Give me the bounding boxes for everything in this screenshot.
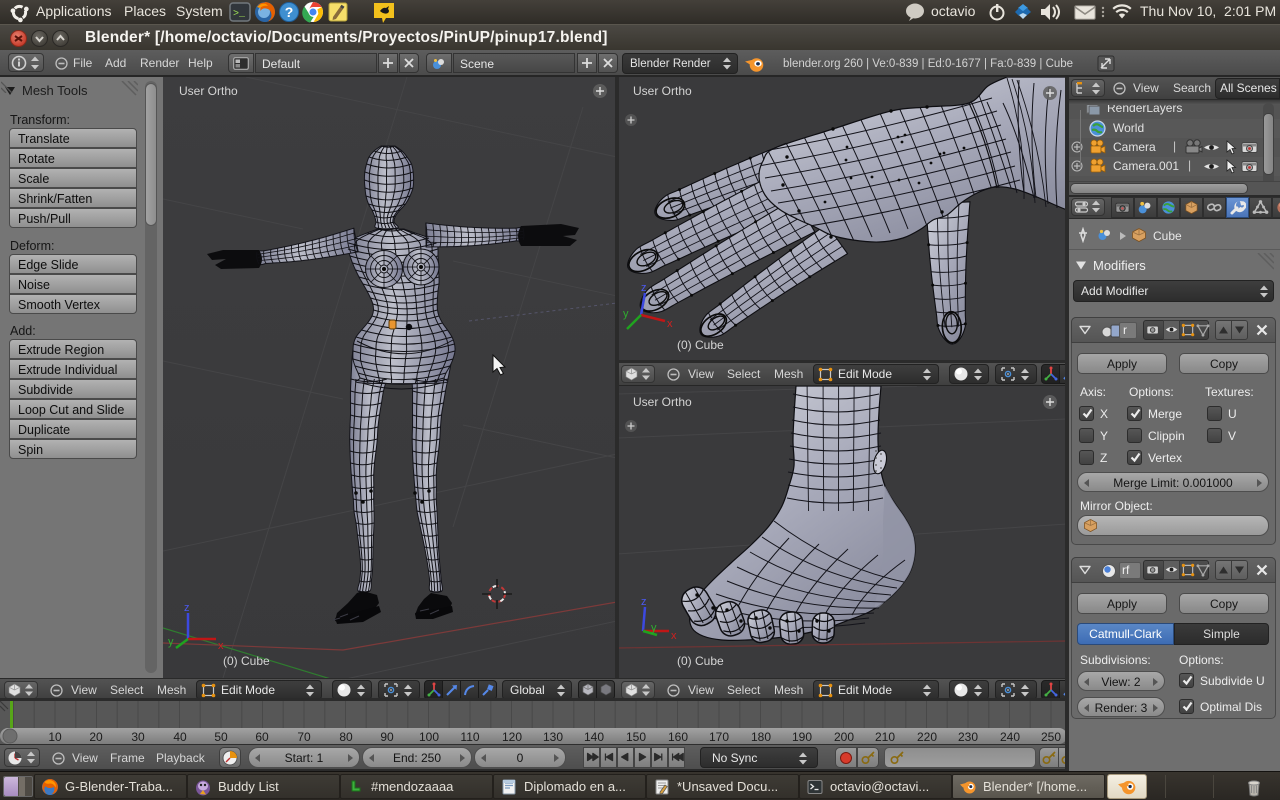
svg-text:30: 30 (131, 730, 145, 744)
svg-text:x: x (671, 630, 677, 642)
svg-text:User Ortho: User Ortho (633, 84, 692, 98)
svg-text:190: 190 (792, 730, 812, 744)
svg-text:10: 10 (48, 730, 62, 744)
svg-text:70: 70 (297, 730, 311, 744)
svg-text:x: x (218, 640, 224, 652)
svg-text:50: 50 (214, 730, 228, 744)
svg-text:20: 20 (89, 730, 103, 744)
svg-text:(0) Cube: (0) Cube (677, 338, 724, 352)
svg-text:130: 130 (543, 730, 563, 744)
svg-text:160: 160 (668, 730, 688, 744)
svg-text:User Ortho: User Ortho (179, 84, 238, 98)
svg-text:200: 200 (834, 730, 854, 744)
svg-text:110: 110 (460, 730, 479, 744)
svg-text:210: 210 (875, 730, 895, 744)
svg-text:170: 170 (709, 730, 729, 744)
svg-text:z: z (641, 596, 647, 608)
svg-text:(0) Cube: (0) Cube (677, 654, 724, 668)
svg-text:220: 220 (917, 730, 937, 744)
svg-text:140: 140 (584, 730, 604, 744)
svg-text:(0) Cube: (0) Cube (223, 654, 270, 668)
svg-text:?: ? (285, 4, 294, 20)
svg-text:40: 40 (173, 730, 187, 744)
svg-text:240: 240 (1000, 730, 1020, 744)
svg-text:y: y (168, 636, 174, 648)
svg-text:100: 100 (419, 730, 439, 744)
svg-text:60: 60 (255, 730, 269, 744)
svg-text:z: z (184, 602, 190, 614)
svg-text:120: 120 (502, 730, 522, 744)
svg-text:90: 90 (380, 730, 394, 744)
svg-text:250: 250 (1041, 730, 1061, 744)
svg-text:y: y (623, 308, 629, 320)
svg-text:80: 80 (339, 730, 353, 744)
svg-text:y: y (651, 622, 657, 634)
svg-text:User Ortho: User Ortho (633, 395, 692, 409)
svg-text:z: z (641, 282, 647, 294)
svg-text:>_: >_ (233, 9, 246, 20)
svg-text:x: x (667, 318, 673, 330)
svg-text:230: 230 (958, 730, 978, 744)
svg-text:150: 150 (626, 730, 646, 744)
svg-text:180: 180 (751, 730, 771, 744)
